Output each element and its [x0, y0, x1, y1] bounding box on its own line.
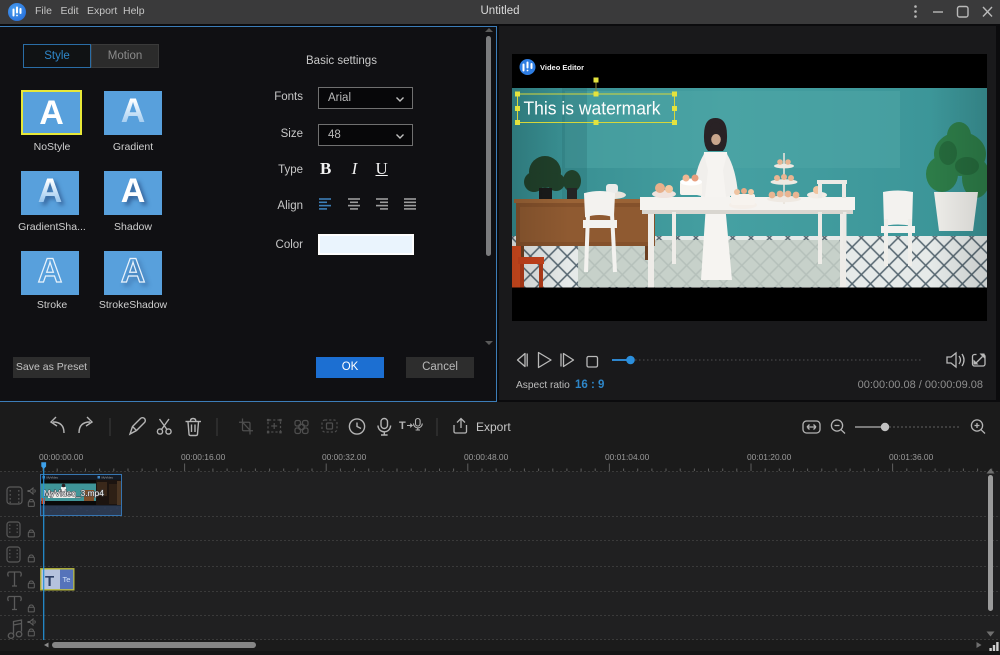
svg-text:T: T	[45, 573, 54, 590]
svg-text:00:01:20.00: 00:01:20.00	[747, 452, 792, 462]
svg-text:00:01:04.00: 00:01:04.00	[605, 452, 650, 462]
svg-text:00:00:16.00: 00:00:16.00	[181, 452, 226, 462]
svg-text:MyVideo_3.mp4: MyVideo_3.mp4	[44, 488, 105, 498]
svg-text:Video Editor: Video Editor	[540, 63, 584, 72]
svg-text:Te: Te	[63, 575, 71, 584]
svg-text:00:00:48.00: 00:00:48.00	[464, 452, 509, 462]
svg-text:00:00:00.00: 00:00:00.00	[39, 452, 84, 462]
svg-text:MyVideo: MyVideo	[102, 476, 114, 480]
svg-text:MyVideo: MyVideo	[47, 476, 59, 480]
svg-text:This is watermark: This is watermark	[524, 98, 662, 119]
svg-text:00:01:36.00: 00:01:36.00	[889, 452, 934, 462]
svg-text:00:00:32.00: 00:00:32.00	[322, 452, 367, 462]
